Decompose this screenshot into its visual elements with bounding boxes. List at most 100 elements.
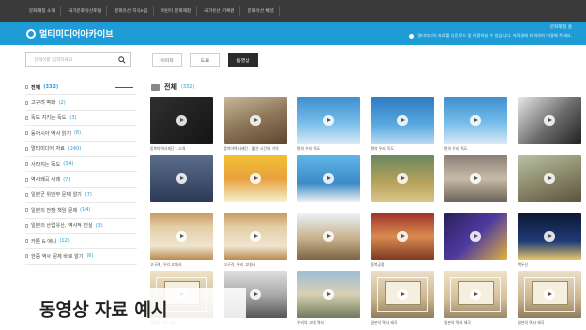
- video-card[interactable]: 편의 우리 독도: [444, 97, 507, 155]
- video-thumbnail[interactable]: [370, 271, 434, 318]
- play-icon[interactable]: [323, 289, 334, 300]
- play-icon[interactable]: [323, 231, 334, 242]
- video-card[interactable]: [223, 155, 287, 213]
- video-card[interactable]: [444, 155, 507, 213]
- video-card[interactable]: [297, 155, 360, 213]
- play-icon[interactable]: [323, 173, 334, 184]
- play-icon[interactable]: [543, 173, 555, 184]
- video-thumbnail[interactable]: [444, 271, 507, 318]
- play-icon[interactable]: [249, 173, 261, 184]
- play-icon[interactable]: [323, 115, 334, 126]
- play-icon[interactable]: [249, 289, 261, 300]
- search-input[interactable]: 검색어를 입력하세요: [25, 52, 131, 67]
- video-card[interactable]: [517, 155, 581, 213]
- category-item[interactable]: 역사왜곡 사례 (7): [25, 172, 137, 188]
- video-card[interactable]: [297, 213, 360, 271]
- video-caption[interactable]: 동북아역사재단 - 짧은 시간의 기억: [224, 146, 287, 152]
- top-nav-item[interactable]: 국가유산 기록원: [199, 6, 241, 16]
- video-card[interactable]: [150, 155, 213, 213]
- play-icon[interactable]: [176, 115, 187, 126]
- tab-video[interactable]: 동영상: [228, 53, 258, 67]
- play-icon[interactable]: [249, 115, 261, 126]
- video-thumbnail[interactable]: [150, 213, 213, 260]
- play-icon[interactable]: [396, 231, 408, 242]
- video-caption[interactable]: 고구려, 우리 고대사: [150, 262, 213, 268]
- home-link[interactable]: 문화재청 홈: [409, 24, 572, 30]
- video-card[interactable]: 동북공정: [370, 213, 434, 271]
- video-thumbnail[interactable]: [370, 213, 434, 260]
- video-thumbnail[interactable]: [444, 155, 507, 202]
- video-caption[interactable]: 일본의 역사 왜곡: [518, 320, 581, 326]
- video-thumbnail[interactable]: [150, 97, 213, 144]
- video-card[interactable]: 편의 우리 독도: [370, 97, 434, 155]
- video-thumbnail[interactable]: [223, 213, 287, 260]
- video-card[interactable]: [370, 155, 434, 213]
- site-logo[interactable]: 멀티미디어아카이브: [26, 27, 114, 40]
- video-card[interactable]: 고구려, 우리 고대사: [150, 213, 213, 271]
- play-icon[interactable]: [470, 115, 481, 126]
- tab-image[interactable]: 이미지: [152, 53, 182, 67]
- video-card[interactable]: 동북아역사재단 - 소개: [150, 97, 213, 155]
- video-caption[interactable]: 동북아역사재단 - 소개: [150, 146, 213, 152]
- video-thumbnail[interactable]: [297, 97, 360, 144]
- video-thumbnail[interactable]: [517, 213, 581, 260]
- video-card[interactable]: 일본의 역사 왜곡: [444, 271, 507, 329]
- video-thumbnail[interactable]: [223, 97, 287, 144]
- category-item[interactable]: 독도 지키는 독도 (3): [25, 111, 137, 127]
- play-icon[interactable]: [396, 115, 408, 126]
- tab-chart[interactable]: 도표: [190, 53, 220, 67]
- play-icon[interactable]: [470, 231, 481, 242]
- video-card[interactable]: 편의 우리 독도: [297, 97, 360, 155]
- video-card[interactable]: 우리의 고대 역사: [297, 271, 360, 329]
- category-item-all[interactable]: 전체 (332): [25, 80, 137, 96]
- category-item[interactable]: 사라지는 독도 (34): [25, 157, 137, 173]
- play-icon[interactable]: [470, 173, 481, 184]
- category-item[interactable]: 멀티미디어 자료 (240): [25, 142, 137, 157]
- video-thumbnail[interactable]: [223, 155, 287, 202]
- top-nav-item[interactable]: 문화재청 소개: [24, 6, 62, 16]
- video-thumbnail[interactable]: [517, 97, 581, 144]
- video-card[interactable]: 백두산: [517, 213, 581, 271]
- play-icon[interactable]: [249, 231, 261, 242]
- category-item[interactable]: 일본의 전쟁 책임 문제 (14): [25, 203, 137, 219]
- video-thumbnail[interactable]: [297, 155, 360, 202]
- video-thumbnail[interactable]: [517, 271, 581, 318]
- video-thumbnail[interactable]: [444, 213, 507, 260]
- video-card[interactable]: 일본의 역사 왜곡: [517, 271, 581, 329]
- video-caption[interactable]: 편의 우리 독도: [371, 146, 434, 152]
- video-card[interactable]: 동북아역사재단 - 짧은 시간의 기억: [223, 97, 287, 155]
- search-icon[interactable]: [118, 56, 126, 64]
- play-icon[interactable]: [396, 289, 408, 300]
- play-icon[interactable]: [543, 115, 555, 126]
- video-caption[interactable]: 일본의 역사 왜곡: [444, 320, 507, 326]
- category-item[interactable]: 동아시아 역사 읽기 (8): [25, 126, 137, 142]
- video-caption[interactable]: 고구려, 우리 고대사: [224, 262, 287, 268]
- video-caption[interactable]: 백두산: [518, 262, 581, 268]
- top-nav-item[interactable]: 어린이 문화재청: [156, 6, 198, 16]
- category-item[interactable]: 일본군 위안부 문제 알기 (7): [25, 188, 137, 204]
- video-thumbnail[interactable]: [517, 155, 581, 202]
- video-thumbnail[interactable]: [150, 155, 213, 202]
- video-thumbnail[interactable]: [444, 97, 507, 144]
- video-thumbnail[interactable]: [370, 97, 434, 144]
- play-icon[interactable]: [470, 289, 481, 300]
- video-card[interactable]: 일본의 역사 왜곡: [370, 271, 434, 329]
- video-caption[interactable]: 일본의 역사 왜곡: [371, 320, 434, 326]
- play-icon[interactable]: [176, 231, 187, 242]
- play-icon[interactable]: [396, 173, 408, 184]
- play-icon[interactable]: [543, 231, 555, 242]
- top-nav-item[interactable]: 문화유산 지식e음: [109, 6, 154, 16]
- video-card[interactable]: [444, 213, 507, 271]
- video-caption[interactable]: 동북공정: [371, 262, 434, 268]
- video-caption[interactable]: 편의 우리 독도: [297, 146, 360, 152]
- category-item[interactable]: 한중 역사 문제 바로 알기 (6): [25, 249, 137, 265]
- video-caption[interactable]: 우리의 고대 역사: [297, 320, 360, 326]
- top-nav-item[interactable]: 국가문화유산포털: [63, 6, 108, 16]
- video-card[interactable]: [517, 97, 581, 155]
- play-icon[interactable]: [543, 289, 555, 300]
- video-thumbnail[interactable]: [370, 155, 434, 202]
- play-icon[interactable]: [176, 173, 187, 184]
- video-thumbnail[interactable]: [297, 213, 360, 260]
- category-item[interactable]: 고구려 벽화 (2): [25, 95, 137, 111]
- category-item[interactable]: 일본의 산업유산, 역사적 진실 (3): [25, 219, 137, 234]
